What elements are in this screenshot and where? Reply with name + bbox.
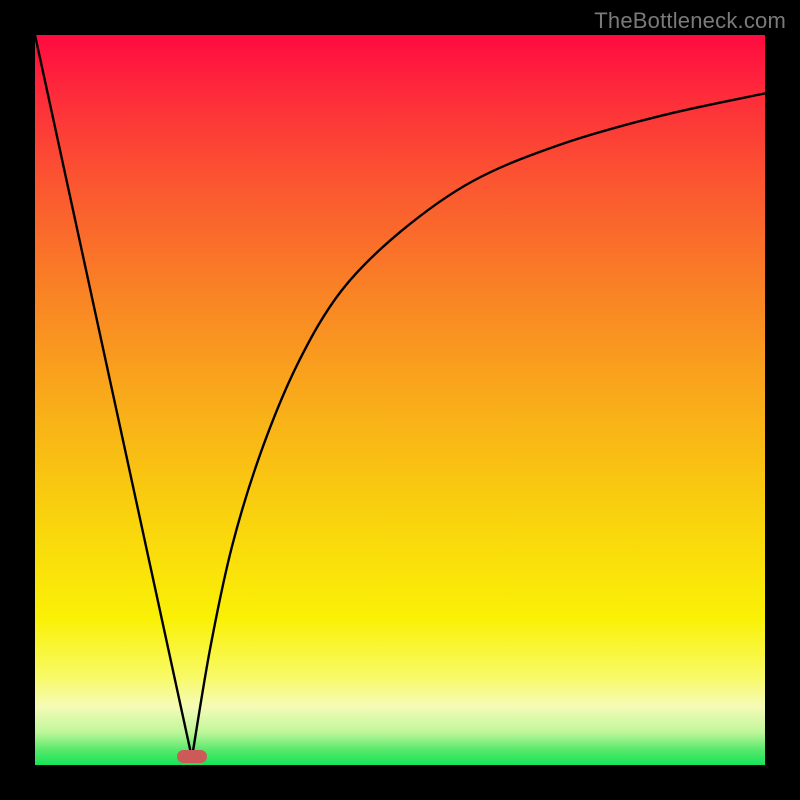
watermark-text: TheBottleneck.com — [594, 8, 786, 34]
chart-frame: TheBottleneck.com — [0, 0, 800, 800]
bottleneck-curve — [35, 35, 765, 765]
optimal-point-marker — [177, 750, 207, 763]
curve-path — [35, 35, 765, 758]
plot-area — [35, 35, 765, 765]
